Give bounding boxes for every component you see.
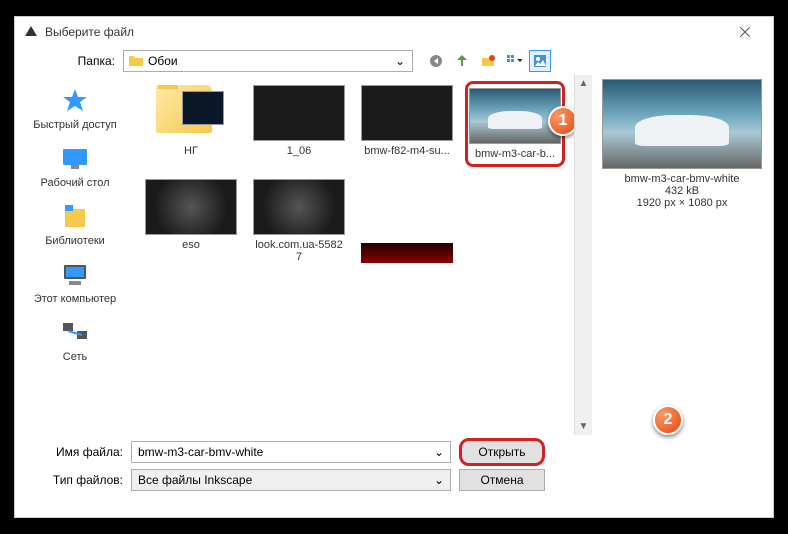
file-item[interactable]: 1_06 (249, 81, 349, 167)
libraries-icon (59, 201, 91, 233)
preview-pane: bmw-m3-car-bmv-white 432 kB 1920 px × 10… (592, 75, 772, 435)
file-item-folder[interactable]: НГ (141, 81, 241, 167)
file-item[interactable]: bmw-f82-m4-su... (357, 81, 457, 167)
view-menu-icon[interactable] (503, 50, 525, 72)
network-icon (59, 317, 91, 349)
filename-input[interactable]: bmw-m3-car-bmv-white ⌄ (131, 441, 451, 463)
up-icon[interactable] (451, 50, 473, 72)
file-list[interactable]: НГ 1_06 bmw-f82-m4-su... bmw-m3-car-b...… (135, 75, 575, 435)
cancel-button[interactable]: Отмена (459, 469, 545, 491)
folder-name: Обои (148, 54, 392, 68)
sidebar-item-quick-access[interactable]: Быстрый доступ (25, 81, 125, 135)
filetype-dropdown[interactable]: Все файлы Inkscape ⌄ (131, 469, 451, 491)
sidebar-item-this-pc[interactable]: Этот компьютер (25, 255, 125, 309)
file-dialog-window: Выберите файл Папка: Обои ⌄ Быстрый дост… (14, 16, 774, 518)
preview-toggle-icon[interactable] (529, 50, 551, 72)
sidebar-item-desktop[interactable]: Рабочий стол (25, 139, 125, 193)
desktop-icon (59, 143, 91, 175)
places-sidebar: Быстрый доступ Рабочий стол Библиотеки Э… (15, 75, 135, 435)
folder-dropdown[interactable]: Обои ⌄ (123, 50, 413, 72)
file-item-selected[interactable]: bmw-m3-car-b... 1 (465, 81, 565, 167)
file-item[interactable]: look.com.ua-55827 (249, 175, 349, 267)
scroll-up-icon[interactable]: ▲ (575, 75, 592, 92)
folder-toolbar: Папка: Обои ⌄ (15, 47, 773, 75)
computer-icon (59, 259, 91, 291)
open-button[interactable]: Открыть (459, 438, 545, 466)
scroll-down-icon[interactable]: ▼ (575, 418, 592, 435)
sidebar-item-libraries[interactable]: Библиотеки (25, 197, 125, 251)
titlebar: Выберите файл (15, 17, 773, 47)
preview-filesize: 432 kB (625, 185, 740, 197)
folder-label: Папка: (23, 54, 123, 68)
folder-icon (128, 53, 144, 69)
close-button[interactable] (725, 18, 765, 46)
chevron-down-icon: ⌄ (434, 473, 444, 487)
back-icon[interactable] (425, 50, 447, 72)
chevron-down-icon: ⌄ (392, 54, 408, 68)
filetype-label: Тип файлов: (23, 473, 131, 487)
scrollbar-vertical[interactable]: ▲ ▼ (575, 75, 592, 435)
preview-filename: bmw-m3-car-bmv-white (625, 173, 740, 185)
filename-label: Имя файла: (23, 445, 131, 459)
callout-marker-1: 1 (548, 106, 575, 136)
file-item-partial[interactable] (357, 239, 457, 267)
window-title: Выберите файл (45, 25, 725, 39)
file-item[interactable]: eso (141, 175, 241, 267)
bottom-form: 2 Имя файла: bmw-m3-car-bmv-white ⌄ Откр… (15, 435, 773, 499)
toolbar-icons (425, 50, 551, 72)
preview-thumbnail (602, 79, 762, 169)
main-area: Быстрый доступ Рабочий стол Библиотеки Э… (15, 75, 773, 435)
sidebar-item-network[interactable]: Сеть (25, 313, 125, 367)
app-icon (23, 24, 39, 40)
chevron-down-icon: ⌄ (434, 445, 444, 459)
callout-marker-2: 2 (653, 405, 683, 435)
close-icon (740, 27, 750, 37)
new-folder-icon[interactable] (477, 50, 499, 72)
preview-dimensions: 1920 px × 1080 px (625, 197, 740, 209)
preview-info: bmw-m3-car-bmv-white 432 kB 1920 px × 10… (625, 173, 740, 209)
star-icon (59, 85, 91, 117)
